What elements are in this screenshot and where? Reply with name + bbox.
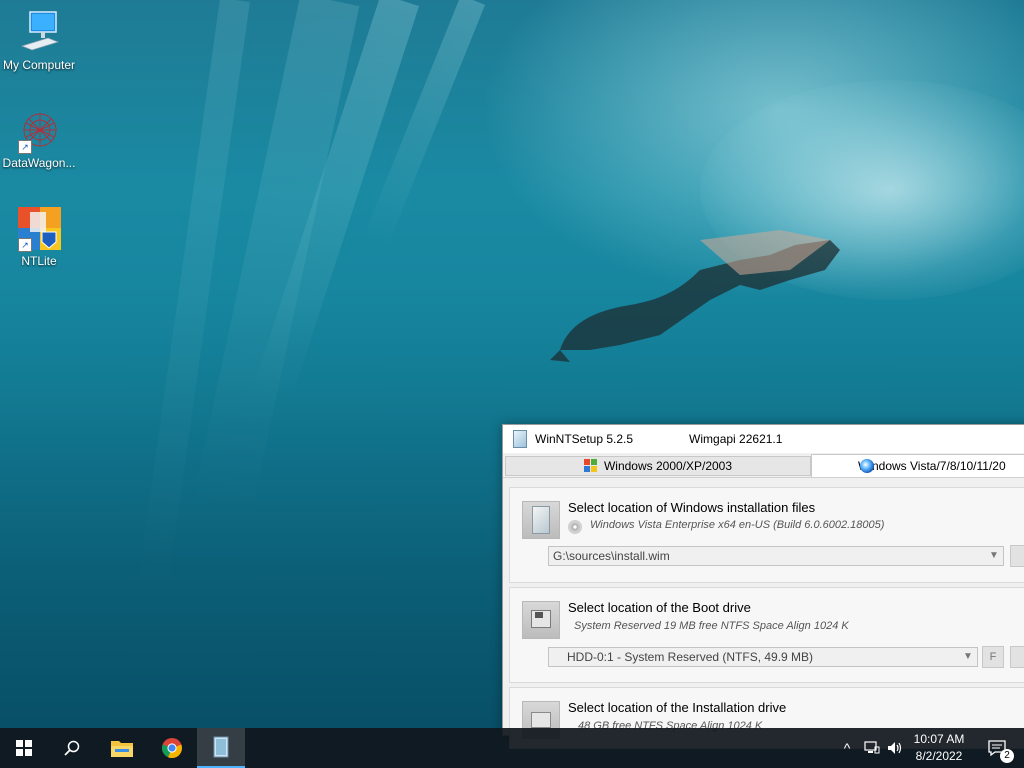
boot-drive-combo[interactable]: HDD-0:1 - System Reserved (NTFS, 49.9 MB…: [548, 647, 978, 667]
tab-label: Windows Vista/7/8/10/11/20: [858, 459, 1006, 473]
install-wim-path-value: G:\sources\install.wim: [553, 549, 670, 563]
taskbar-clock[interactable]: 10:07 AM 8/2/2022: [904, 731, 974, 765]
desktop-icon-ntlite[interactable]: ↗ NTLite: [0, 206, 78, 268]
winntsetup-app-icon: [513, 430, 527, 448]
wimgapi-version: Wimgapi 22621.1: [689, 432, 783, 446]
tab-label: Windows 2000/XP/2003: [603, 459, 733, 473]
show-hidden-icons-button[interactable]: ^: [836, 728, 858, 768]
install-files-section: Select location of Windows installation …: [509, 487, 1024, 583]
installation-drive-title: Select location of the Installation driv…: [568, 700, 787, 715]
volume-button[interactable]: [884, 728, 906, 768]
install-files-title: Select location of Windows installation …: [568, 500, 816, 515]
tab-windows-vista-and-later[interactable]: Windows Vista/7/8/10/11/20: [811, 454, 1024, 477]
winntsetup-icon: [213, 736, 229, 758]
ntlite-icon: ↗: [16, 206, 62, 252]
boot-drive-format-button[interactable]: F: [982, 646, 1004, 668]
install-wim-path-combo[interactable]: G:\sources\install.wim ▼: [548, 546, 1004, 566]
desktop-icon-label: NTLite: [21, 254, 57, 268]
shortcut-arrow-icon: ↗: [18, 238, 32, 252]
taskbar-file-explorer[interactable]: [98, 728, 146, 768]
chevron-down-icon[interactable]: ▼: [985, 547, 1003, 565]
windows-xp-flag-icon: [583, 459, 598, 473]
shortcut-arrow-icon: ↗: [18, 140, 32, 154]
taskbar-winntsetup[interactable]: [197, 728, 245, 768]
desktop-icon-label: My Computer: [2, 58, 76, 72]
taskbar-chrome[interactable]: [148, 728, 196, 768]
disc-icon: [568, 520, 582, 534]
boot-drive-section: Select location of the Boot drive System…: [509, 587, 1024, 683]
network-button[interactable]: [860, 728, 884, 768]
os-tab-strip: Windows 2000/XP/2003 Windows Vista/7/8/1…: [503, 453, 1024, 478]
chevron-up-icon: ^: [843, 740, 851, 756]
search-icon: [64, 740, 80, 756]
volume-icon: [888, 742, 902, 754]
format-button-label: F: [989, 651, 997, 663]
install-files-subtitle: Windows Vista Enterprise x64 en-US (Buil…: [590, 519, 885, 531]
boot-drive-subtitle: System Reserved 19 MB free NTFS Space Al…: [574, 620, 849, 632]
browse-install-files-button[interactable]: [1010, 545, 1024, 567]
search-button[interactable]: [48, 728, 96, 768]
tab-windows-2000-xp-2003[interactable]: Windows 2000/XP/2003: [505, 456, 811, 476]
desktop-icon-my-computer[interactable]: My Computer: [0, 10, 78, 72]
desktop-icon-label: DataWagon...: [2, 156, 76, 170]
file-explorer-icon: [111, 741, 133, 757]
notification-count-badge: 2: [1000, 749, 1014, 763]
network-icon: [864, 741, 880, 754]
computer-icon: [16, 10, 62, 56]
start-icon: [16, 740, 32, 756]
browse-boot-drive-button[interactable]: [1010, 646, 1024, 668]
desktop-icon-datawagon[interactable]: ↗ DataWagon...: [0, 108, 78, 170]
datawagon-icon: ↗: [16, 108, 62, 154]
window-titlebar[interactable]: WinNTSetup 5.2.5 Wimgapi 22621.1: [503, 425, 1024, 453]
taskbar: ^ 10:07 AM 8/2/2022 2: [0, 728, 1024, 768]
boot-drive-icon: [522, 601, 560, 639]
clock-date: 8/2/2022: [915, 749, 963, 763]
boot-drive-value: HDD-0:1 - System Reserved (NTFS, 49.9 MB…: [567, 650, 814, 664]
chevron-down-icon[interactable]: ▼: [959, 648, 977, 666]
install-media-icon: [522, 501, 560, 539]
chrome-icon: [162, 738, 182, 759]
windows-vista-orb-icon: [860, 459, 874, 473]
clock-time: 10:07 AM: [913, 732, 965, 746]
winntsetup-window[interactable]: WinNTSetup 5.2.5 Wimgapi 22621.1 Windows…: [502, 424, 1024, 749]
start-button[interactable]: [0, 728, 48, 768]
action-center-button[interactable]: 2: [978, 728, 1018, 768]
window-title: WinNTSetup 5.2.5: [535, 432, 634, 446]
boot-drive-title: Select location of the Boot drive: [568, 600, 751, 615]
